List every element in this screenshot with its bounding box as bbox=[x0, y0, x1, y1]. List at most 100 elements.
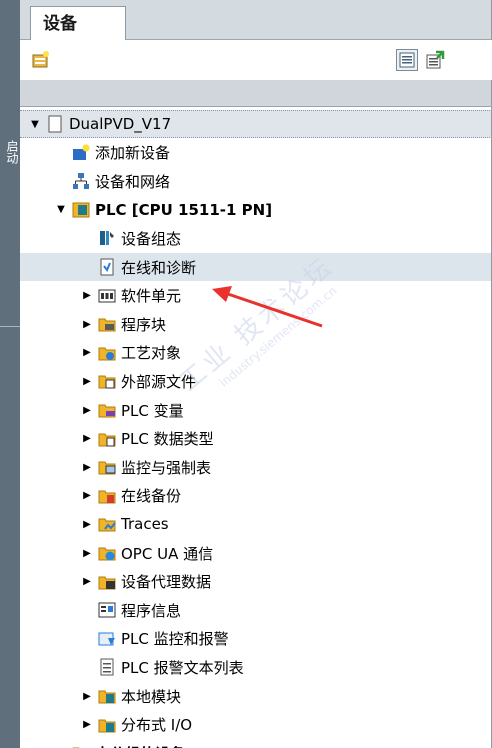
software-units-icon bbox=[98, 287, 116, 305]
tree-item-label: PLC 报警文本列表 bbox=[121, 658, 244, 677]
expand-arrow-icon[interactable]: ▶ bbox=[80, 517, 94, 531]
tree-item[interactable]: 在线和诊断 bbox=[20, 253, 492, 281]
tree-item[interactable]: 程序信息 bbox=[20, 596, 492, 624]
expand-arrow-icon[interactable]: ▶ bbox=[80, 489, 94, 503]
toolbar bbox=[20, 40, 492, 80]
add-device-icon bbox=[32, 51, 49, 68]
expand-arrow-icon[interactable]: ▶ bbox=[80, 317, 94, 331]
export-icon bbox=[426, 50, 445, 69]
alarm-text-icon bbox=[98, 658, 116, 676]
tree-item[interactable]: ▶ PLC 变量 bbox=[20, 396, 492, 424]
tree-item-label: 在线备份 bbox=[121, 487, 182, 506]
tree-item-label: PLC 变量 bbox=[121, 401, 184, 420]
add-device-icon bbox=[72, 144, 90, 162]
project-icon bbox=[46, 115, 64, 133]
tree-item[interactable]: ▶未分组的设备 bbox=[20, 739, 492, 748]
expand-arrow-icon[interactable]: ▶ bbox=[80, 575, 94, 589]
opc-ua-icon bbox=[98, 544, 116, 562]
tree-item-label: 程序信息 bbox=[121, 601, 182, 620]
network-icon bbox=[72, 172, 90, 190]
tab-bar: 设备 bbox=[20, 0, 492, 41]
ungrouped-devices-icon bbox=[72, 744, 90, 748]
expand-arrow-icon[interactable]: ▶ bbox=[80, 374, 94, 388]
proxy-data-icon bbox=[98, 573, 116, 591]
tree-item[interactable]: ▶ 工艺对象 bbox=[20, 339, 492, 367]
tree-item-label: 设备代理数据 bbox=[121, 573, 212, 592]
tree-item[interactable]: ▶ 外部源文件 bbox=[20, 367, 492, 395]
add-device-button[interactable] bbox=[30, 49, 52, 71]
tree-item[interactable]: PLC 报警文本列表 bbox=[20, 653, 492, 681]
expand-arrow-icon[interactable]: ▶ bbox=[80, 689, 94, 703]
tab-devices[interactable]: 设备 bbox=[30, 6, 126, 41]
plc-tags-icon bbox=[98, 401, 116, 419]
tree-item-label: 设备和网络 bbox=[95, 172, 171, 191]
local-modules-icon bbox=[98, 687, 116, 705]
external-sources-icon bbox=[98, 372, 116, 390]
online-backup-icon bbox=[98, 487, 116, 505]
online-diagnostics-icon bbox=[98, 258, 116, 276]
expand-arrow-icon[interactable]: ▶ bbox=[80, 432, 94, 446]
tree-item-label: PLC 监控和报警 bbox=[121, 630, 229, 649]
devices-panel: 设备 ▼ DualPVD_V17 添加新设备 设备和网络 ▼ PLC [CPU … bbox=[20, 0, 492, 748]
tree-item-label: 分布式 I/O bbox=[121, 716, 193, 735]
technology-objects-icon bbox=[98, 344, 116, 362]
tree-header-divider bbox=[20, 106, 492, 107]
tree-item[interactable]: 设备组态 bbox=[20, 224, 492, 252]
program-blocks-icon bbox=[98, 315, 116, 333]
tree-item[interactable]: ▼ DualPVD_V17 bbox=[20, 110, 492, 138]
tree-item[interactable]: ▶ OPC UA 通信 bbox=[20, 539, 492, 567]
export-button[interactable] bbox=[424, 49, 446, 71]
tree-item-label: 添加新设备 bbox=[95, 144, 171, 163]
tree-item-label: 外部源文件 bbox=[121, 372, 197, 391]
watch-tables-icon bbox=[98, 458, 116, 476]
tree-item[interactable]: ▶ 分布式 I/O bbox=[20, 711, 492, 739]
tree-item[interactable]: ▶ 软件单元 bbox=[20, 282, 492, 310]
tree-item[interactable]: ▶ 设备代理数据 bbox=[20, 568, 492, 596]
expand-arrow-icon[interactable]: ▶ bbox=[80, 346, 94, 360]
tree-item-label: PLC 数据类型 bbox=[121, 430, 214, 449]
tree-item[interactable]: ▶ 在线备份 bbox=[20, 482, 492, 510]
tree-item[interactable]: ▼ PLC [CPU 1511-1 PN] bbox=[20, 196, 492, 224]
expand-arrow-icon[interactable]: ▶ bbox=[80, 289, 94, 303]
expand-arrow-icon[interactable]: ▶ bbox=[80, 460, 94, 474]
tree-item[interactable]: ▶ 本地模块 bbox=[20, 682, 492, 710]
tree-item[interactable]: ▶ Traces bbox=[20, 510, 492, 538]
collapse-arrow-icon[interactable]: ▼ bbox=[54, 203, 68, 217]
program-info-icon bbox=[98, 601, 116, 619]
overview-icon bbox=[399, 52, 415, 68]
project-tree: ▼ DualPVD_V17 添加新设备设备和网络 ▼ PLC [CPU 1511-1 P… bbox=[20, 110, 492, 748]
tree-item-label: PLC [CPU 1511-1 PN] bbox=[95, 200, 273, 219]
tree-item-label: OPC UA 通信 bbox=[121, 544, 214, 563]
tree-item[interactable]: ▶ 监控与强制表 bbox=[20, 453, 492, 481]
device-config-icon bbox=[98, 229, 116, 247]
left-strip: 启动 bbox=[0, 0, 20, 748]
expand-arrow-icon[interactable]: ▶ bbox=[80, 403, 94, 417]
tree-item-label: 软件单元 bbox=[121, 287, 182, 306]
plc-icon bbox=[72, 201, 90, 219]
tree-item[interactable]: 添加新设备 bbox=[20, 139, 492, 167]
plc-alarms-icon bbox=[98, 630, 116, 648]
expand-arrow-icon[interactable]: ▶ bbox=[80, 546, 94, 560]
tree-item-label: 工艺对象 bbox=[121, 344, 182, 363]
tree-item[interactable]: ▶ 程序块 bbox=[20, 310, 492, 338]
left-strip-label[interactable]: 启动 bbox=[1, 140, 19, 164]
overview-button[interactable] bbox=[396, 49, 418, 71]
plc-datatypes-icon bbox=[98, 430, 116, 448]
tree-item[interactable]: ▶ PLC 数据类型 bbox=[20, 425, 492, 453]
tree-item-label: 程序块 bbox=[121, 315, 167, 334]
tree-item[interactable]: PLC 监控和报警 bbox=[20, 625, 492, 653]
traces-icon bbox=[98, 515, 116, 533]
tree-header-band bbox=[20, 80, 492, 106]
expand-arrow-icon[interactable]: ▶ bbox=[80, 718, 94, 732]
tree-item[interactable]: 设备和网络 bbox=[20, 167, 492, 195]
tree-item-label: Traces bbox=[121, 515, 169, 534]
left-strip-separator bbox=[0, 326, 20, 327]
collapse-arrow-icon[interactable]: ▼ bbox=[28, 117, 42, 131]
